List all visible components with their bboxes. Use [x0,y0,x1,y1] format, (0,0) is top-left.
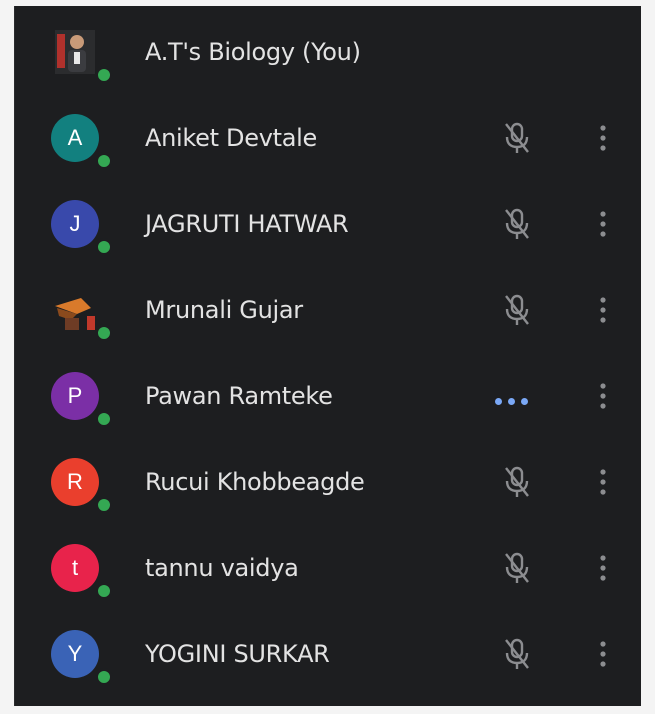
participant-row-tannu-vaidya[interactable]: t tannu vaidya [15,524,641,610]
participant-row-rucui-khobbeagde[interactable]: R Rucui Khobbeagde [15,438,641,524]
speaking-indicator-icon [495,392,541,405]
screenshot-frame: A.T's Biology (You) A Aniket Devtale J JAGRU… [0,0,655,714]
participant-name: YOGINI SURKAR [145,640,330,668]
more-options-icon[interactable] [593,636,613,672]
participant-name: JAGRUTI HATWAR [145,210,349,238]
online-status-dot [95,582,113,600]
avatar: P [51,372,99,420]
online-status-dot [95,152,113,170]
speaking-dot [508,398,515,405]
online-status-dot [95,66,113,84]
avatar [51,28,99,76]
participant-row-yogini-surkar[interactable]: Y YOGINI SURKAR [15,610,641,696]
speaking-dot [521,398,528,405]
participant-name: Rucui Khobbeagde [145,468,365,496]
mic-off-icon [501,550,533,586]
more-options-icon[interactable] [593,206,613,242]
more-options-icon[interactable] [593,378,613,414]
participant-name: A.T's Biology (You) [145,38,361,66]
mic-off-icon [501,464,533,500]
participants-panel: A.T's Biology (You) A Aniket Devtale J JAGRU… [14,6,641,706]
avatar: t [51,544,99,592]
online-status-dot [95,668,113,686]
avatar: J [51,200,99,248]
more-options-icon[interactable] [593,120,613,156]
participant-name: tannu vaidya [145,554,299,582]
participant-name: Aniket Devtale [145,124,317,152]
online-status-dot [95,324,113,342]
participant-name: Pawan Ramteke [145,382,333,410]
participant-row-jagruti-hatwar[interactable]: J JAGRUTI HATWAR [15,180,641,266]
participant-row-pawan-ramteke[interactable]: P Pawan Ramteke [15,352,641,438]
participant-row-mrunali-gujar[interactable]: Mrunali Gujar [15,266,641,352]
online-status-dot [95,410,113,428]
mic-off-icon [501,120,533,156]
online-status-dot [95,496,113,514]
mic-off-icon [501,636,533,672]
mic-off-icon [501,292,533,328]
more-options-icon[interactable] [593,292,613,328]
participant-row-aniket-devtale[interactable]: A Aniket Devtale [15,94,641,180]
avatar [51,286,99,334]
avatar: R [51,458,99,506]
online-status-dot [95,238,113,256]
more-options-icon[interactable] [593,464,613,500]
participant-name: Mrunali Gujar [145,296,303,324]
avatar: A [51,114,99,162]
speaking-dot [495,398,502,405]
participant-row-a-t-s-biology-you[interactable]: A.T's Biology (You) [15,8,641,94]
mic-off-icon [501,206,533,242]
more-options-icon[interactable] [593,550,613,586]
avatar: Y [51,630,99,678]
